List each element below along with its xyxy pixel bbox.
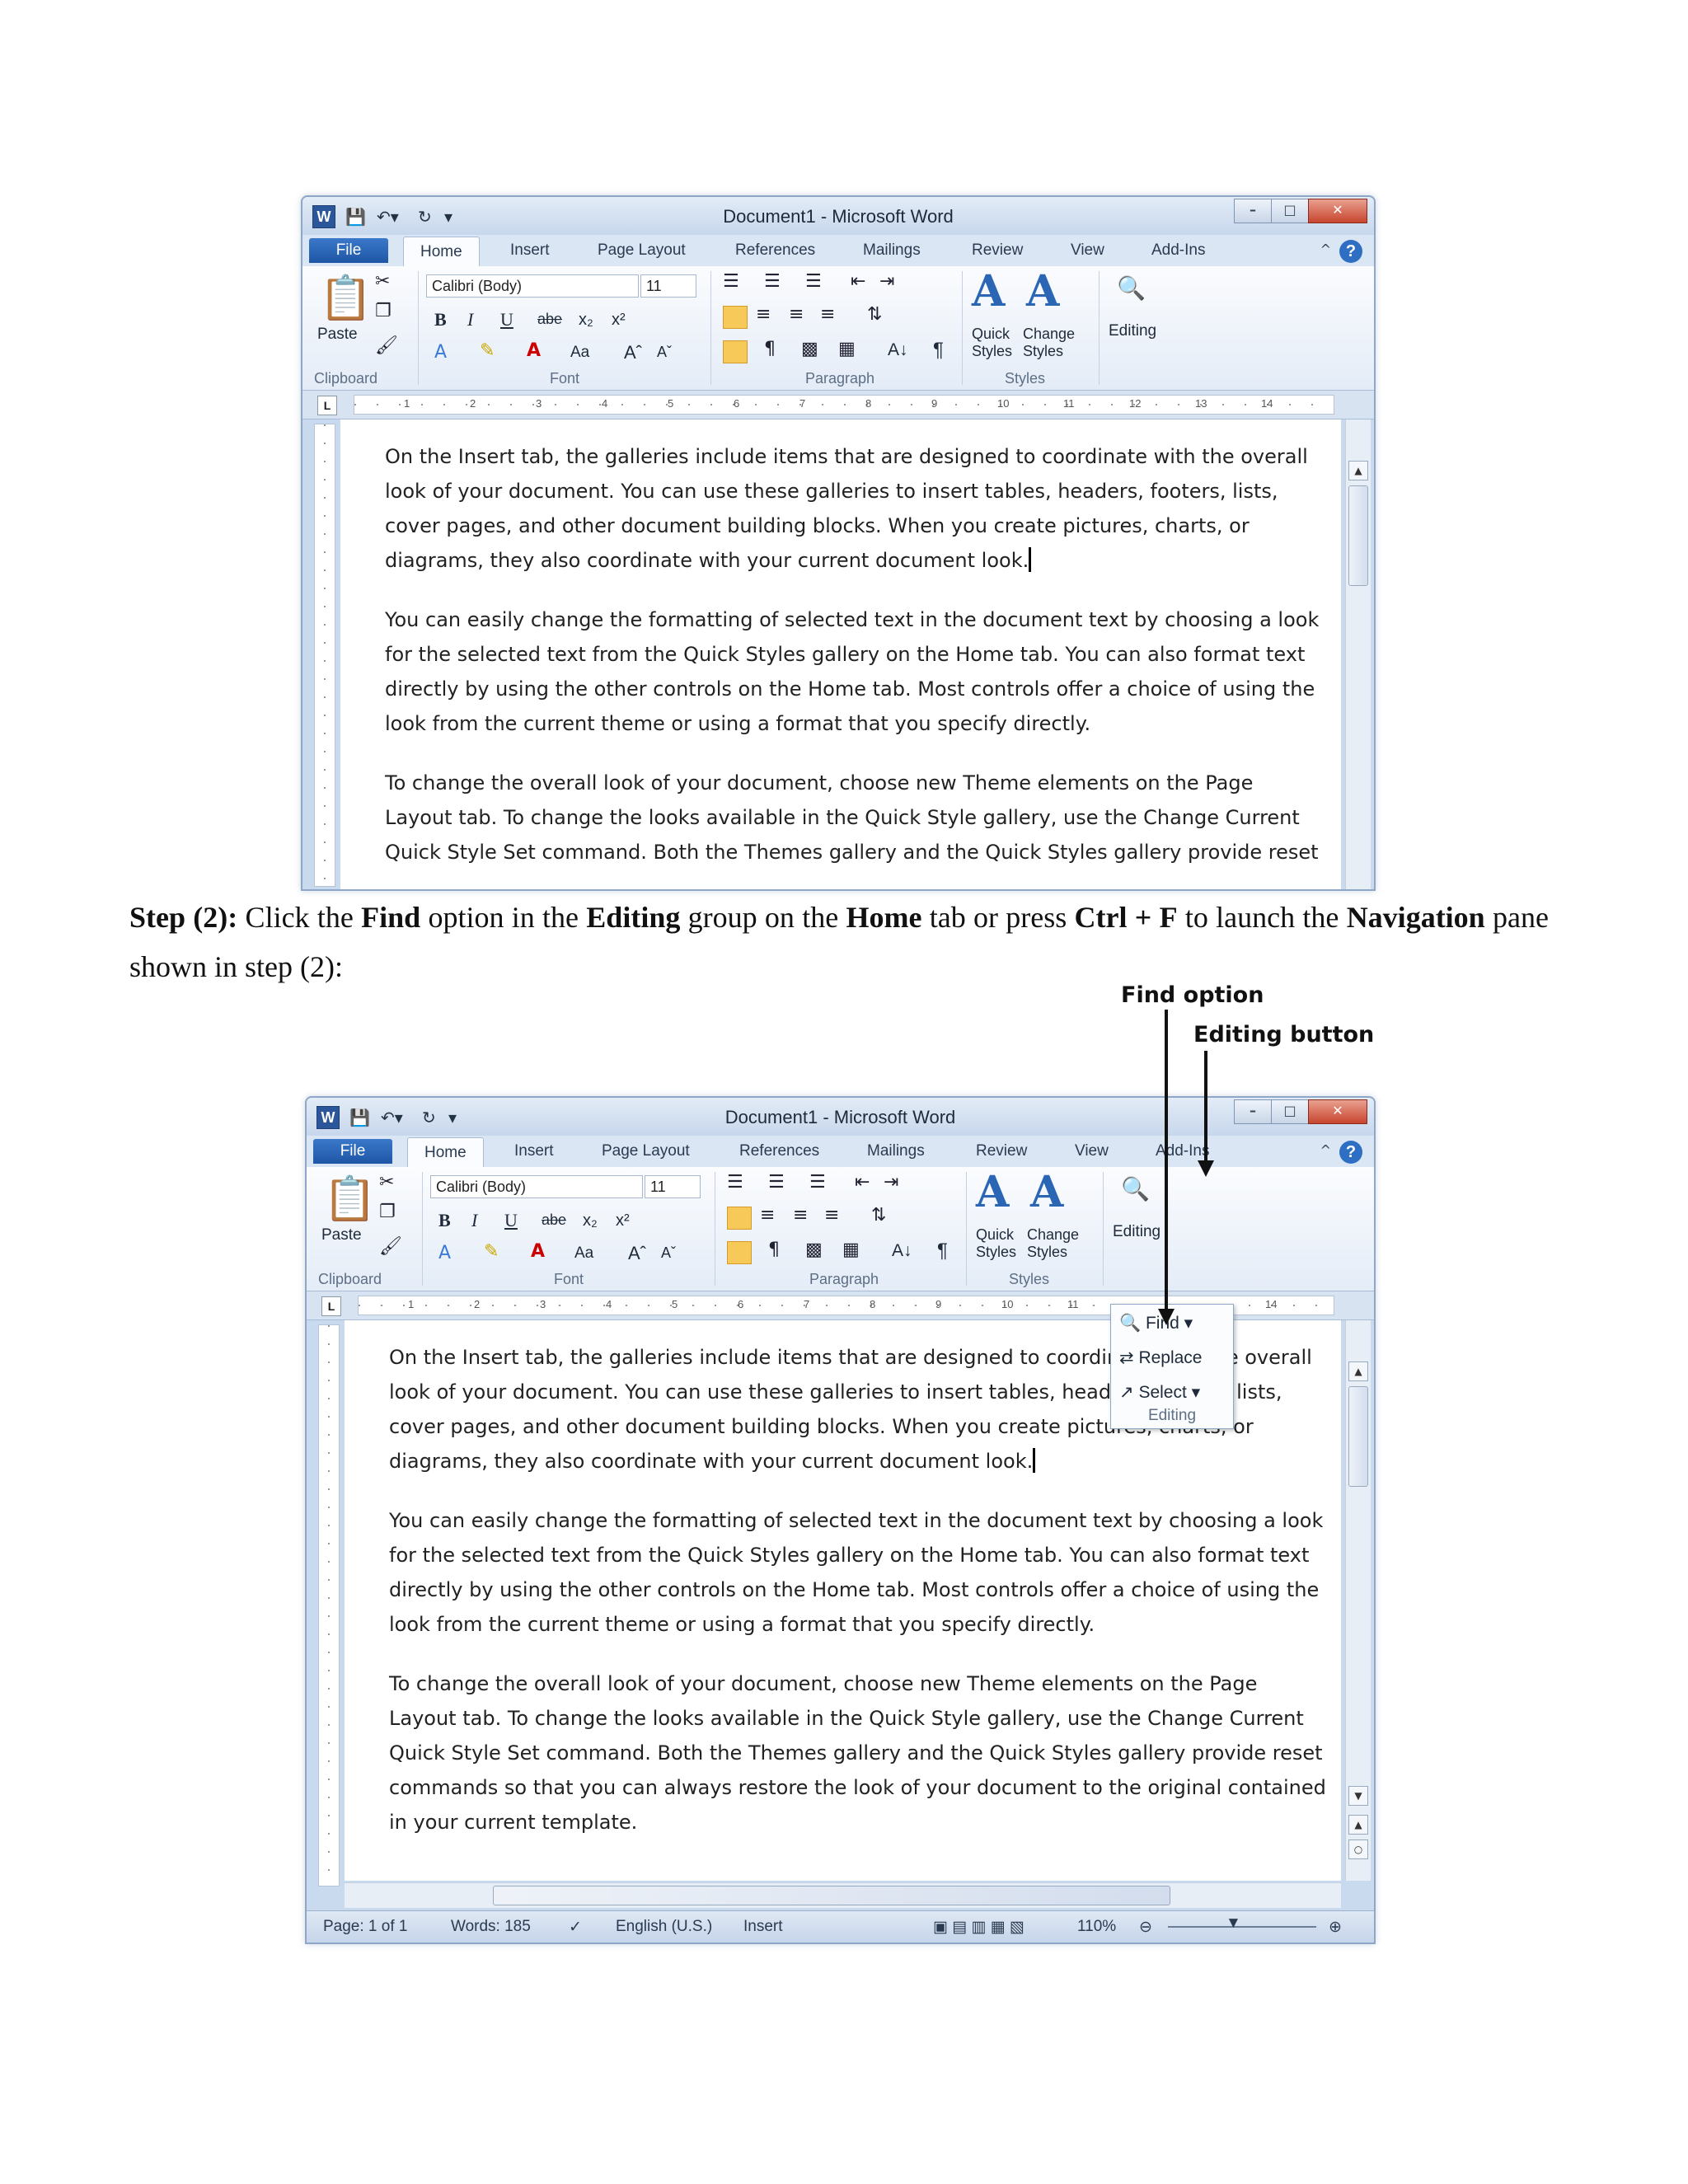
- find-arrow-head: [1158, 1309, 1175, 1325]
- editing-arrow-head: [1198, 1160, 1214, 1177]
- callout-arrows: [1158, 1010, 1214, 1325]
